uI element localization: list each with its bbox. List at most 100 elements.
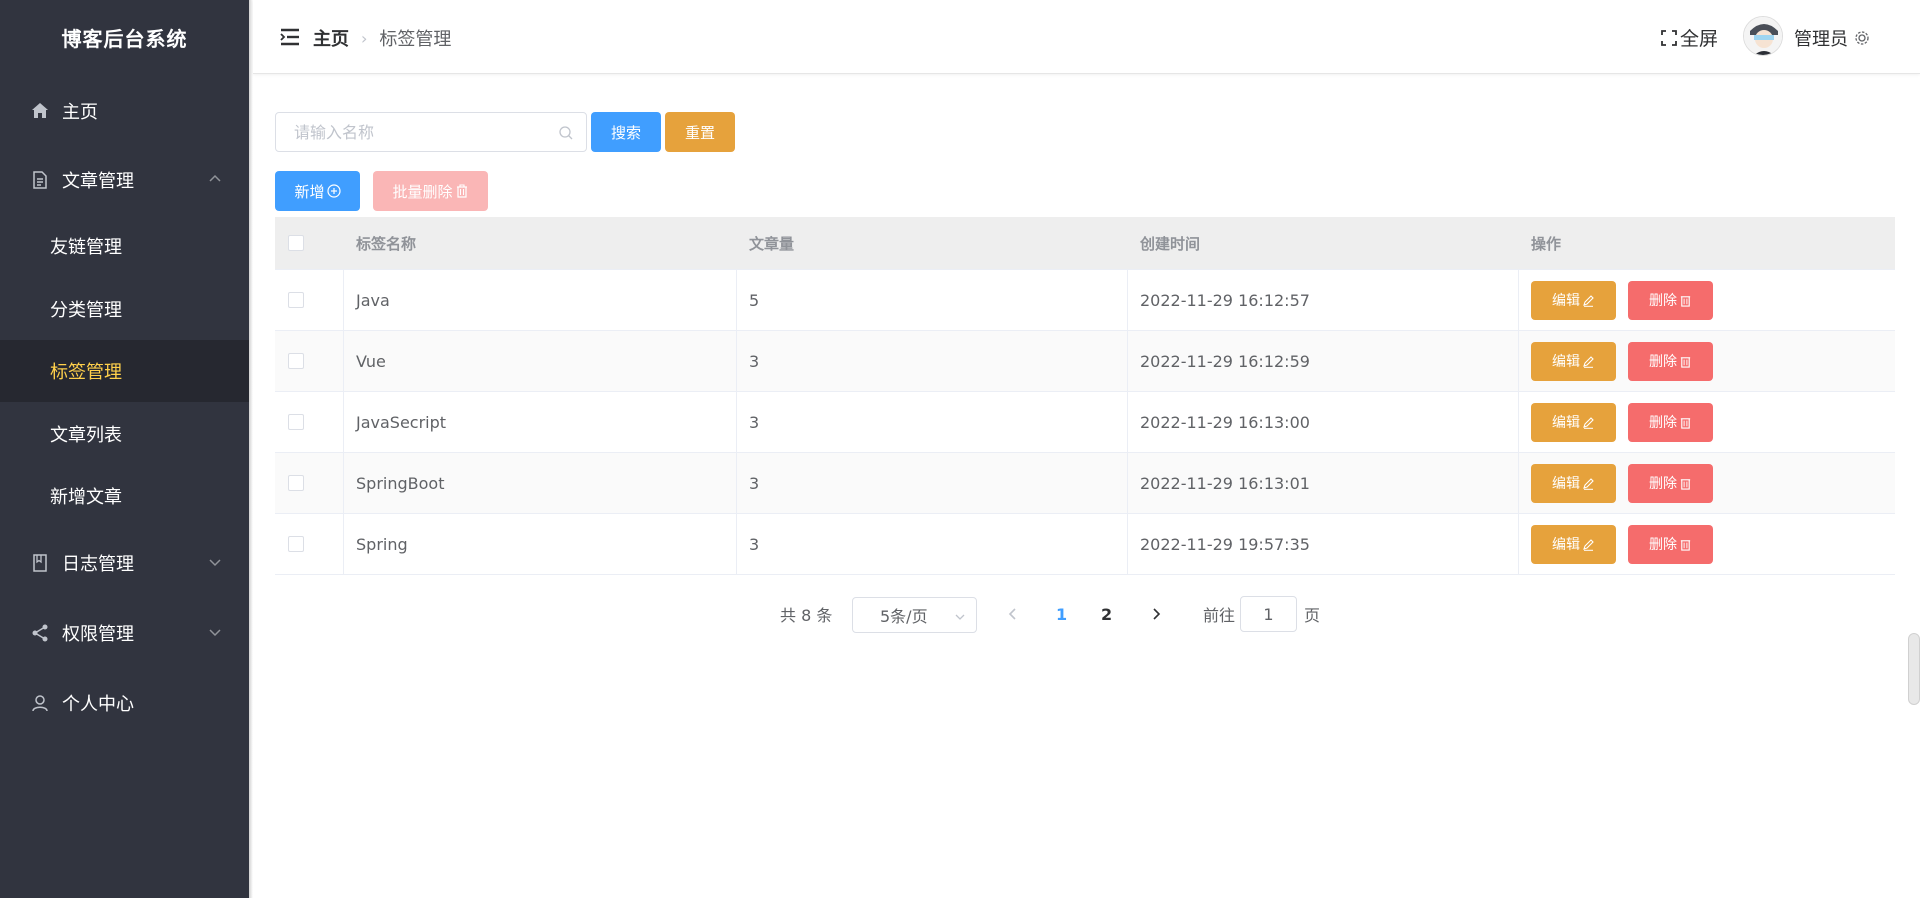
row-checkbox[interactable] — [288, 414, 304, 430]
table-row: Spring 3 2022-11-29 19:57:35 编辑 删除 — [275, 513, 1895, 574]
page-size-select[interactable]: 5条/页 — [852, 597, 977, 633]
page-size-value: 5条/页 — [880, 607, 928, 626]
trash-icon — [456, 184, 467, 198]
edit-button[interactable]: 编辑 — [1531, 463, 1616, 503]
batch-delete-button[interactable]: 批量删除 — [373, 171, 488, 211]
edit-label: 编辑 — [1552, 476, 1580, 492]
batch-delete-label: 批量删除 — [392, 182, 453, 201]
tags-table: 标签名称 文章量 创建时间 操作 Java 5 2022-11-29 16:12… — [275, 217, 1895, 575]
header-operations: 操作 — [1531, 234, 1562, 253]
menu-item-articles[interactable]: 文章管理 — [0, 149, 249, 211]
delete-label: 删除 — [1649, 293, 1677, 309]
add-label: 新增 — [294, 182, 325, 201]
edit-button[interactable]: 编辑 — [1531, 341, 1616, 381]
header-tag-name: 标签名称 — [356, 234, 417, 253]
sidebar-item-tags[interactable]: 标签管理 — [0, 340, 249, 402]
chevron-up-icon — [209, 174, 221, 182]
sidebar-item-article-list[interactable]: 文章列表 — [0, 403, 249, 465]
cell-article-count: 3 — [737, 514, 1128, 574]
reset-button[interactable]: 重置 — [665, 112, 735, 152]
search-input[interactable] — [276, 113, 546, 151]
menu-item-label: 权限管理 — [62, 624, 134, 645]
select-all-checkbox[interactable] — [288, 235, 304, 251]
avatar[interactable] — [1743, 16, 1783, 56]
header: 主页 › 标签管理 全屏 管理员 — [253, 0, 1920, 74]
menu-item-profile[interactable]: 个人中心 — [0, 672, 249, 734]
next-page-icon[interactable] — [1147, 605, 1165, 623]
menu-item-logs[interactable]: 日志管理 — [0, 532, 249, 594]
share-icon — [28, 621, 52, 645]
table-header: 标签名称 文章量 创建时间 操作 — [275, 217, 1895, 269]
prev-page-icon[interactable] — [1004, 605, 1022, 623]
scrollbar-handle[interactable] — [1908, 633, 1920, 705]
cell-created-time: 2022-11-29 16:12:59 — [1128, 331, 1519, 391]
row-checkbox[interactable] — [288, 536, 304, 552]
pencil-icon — [1583, 477, 1594, 490]
menu-item-label: 文章管理 — [62, 171, 134, 192]
cell-tag-name: Spring — [344, 514, 737, 574]
edit-label: 编辑 — [1552, 537, 1580, 553]
search-icon — [559, 126, 573, 140]
user-menu[interactable]: 管理员 — [1794, 25, 1870, 51]
fullscreen-button[interactable]: 全屏 — [1660, 24, 1718, 51]
sidebar-item-friendlinks[interactable]: 友链管理 — [0, 215, 249, 277]
cell-tag-name: Java — [344, 270, 737, 330]
home-icon — [28, 99, 52, 123]
page-number-1[interactable]: 1 — [1056, 605, 1067, 624]
sidebar-item-new-article[interactable]: 新增文章 — [0, 465, 249, 527]
book-icon — [28, 551, 52, 575]
goto-label: 前往 — [1203, 606, 1236, 625]
delete-button[interactable]: 删除 — [1628, 524, 1713, 564]
table-row: Vue 3 2022-11-29 16:12:59 编辑 删除 — [275, 330, 1895, 391]
menu-item-label: 个人中心 — [62, 694, 134, 715]
menu-item-permissions[interactable]: 权限管理 — [0, 602, 249, 664]
search-field[interactable] — [275, 112, 587, 152]
username-label: 管理员 — [1794, 29, 1848, 50]
menu-fold-icon[interactable] — [279, 26, 301, 48]
row-checkbox[interactable] — [288, 292, 304, 308]
breadcrumb-current: 标签管理 — [379, 29, 452, 50]
fullscreen-label: 全屏 — [1680, 28, 1719, 50]
chevron-down-icon — [209, 629, 221, 637]
cell-created-time: 2022-11-29 16:13:00 — [1128, 392, 1519, 452]
trash-icon — [1680, 295, 1691, 307]
sidebar-shadow — [249, 0, 253, 898]
header-article-count: 文章量 — [749, 234, 795, 253]
cell-tag-name: SpringBoot — [344, 453, 737, 513]
edit-label: 编辑 — [1552, 354, 1580, 370]
pencil-icon — [1583, 355, 1594, 368]
cell-tag-name: Vue — [344, 331, 737, 391]
sidebar: 博客后台系统 主页 文章管理 友链管理 分类管理 标签管理 文章列表 新增文章 … — [0, 0, 249, 898]
trash-icon — [1680, 478, 1691, 490]
delete-button[interactable]: 删除 — [1628, 463, 1713, 503]
row-checkbox[interactable] — [288, 475, 304, 491]
search-button[interactable]: 搜索 — [591, 112, 661, 152]
delete-button[interactable]: 删除 — [1628, 341, 1713, 381]
sidebar-item-categories[interactable]: 分类管理 — [0, 278, 249, 340]
page-number-2[interactable]: 2 — [1101, 605, 1112, 624]
gear-icon — [1855, 31, 1869, 45]
edit-button[interactable]: 编辑 — [1531, 524, 1616, 564]
edit-button[interactable]: 编辑 — [1531, 280, 1616, 320]
cell-article-count: 3 — [737, 392, 1128, 452]
pagination-total: 共 8 条 — [780, 606, 833, 625]
breadcrumb-home[interactable]: 主页 — [313, 25, 349, 51]
cell-created-time: 2022-11-29 16:12:57 — [1128, 270, 1519, 330]
edit-label: 编辑 — [1552, 293, 1580, 309]
trash-icon — [1680, 539, 1691, 551]
table-row: Java 5 2022-11-29 16:12:57 编辑 删除 — [275, 269, 1895, 330]
delete-button[interactable]: 删除 — [1628, 402, 1713, 442]
trash-icon — [1680, 417, 1691, 429]
add-button[interactable]: 新增 — [275, 171, 360, 211]
cell-article-count: 3 — [737, 331, 1128, 391]
delete-button[interactable]: 删除 — [1628, 280, 1713, 320]
goto-page-input[interactable] — [1240, 596, 1297, 632]
row-checkbox[interactable] — [288, 353, 304, 369]
pencil-icon — [1583, 294, 1594, 307]
chevron-down-icon — [955, 614, 965, 620]
table-row: SpringBoot 3 2022-11-29 16:13:01 编辑 删除 — [275, 452, 1895, 513]
menu-item-home[interactable]: 主页 — [0, 80, 249, 142]
edit-button[interactable]: 编辑 — [1531, 402, 1616, 442]
cell-article-count: 5 — [737, 270, 1128, 330]
document-icon — [28, 168, 52, 192]
